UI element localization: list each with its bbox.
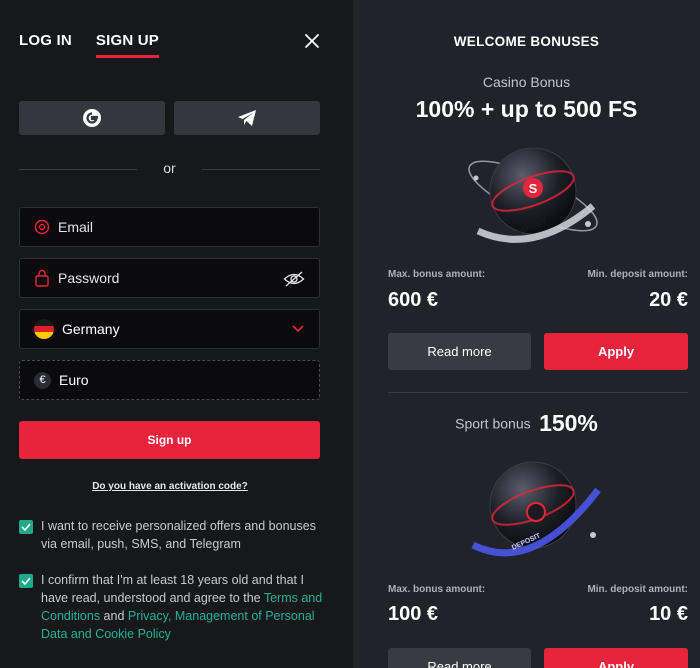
or-text: or (163, 160, 176, 176)
sport-min-label: Min. deposit amount: (587, 584, 688, 595)
sport-min-value: 10 € (649, 603, 688, 625)
email-field[interactable] (19, 207, 320, 247)
activation-code-link[interactable]: Do you have an activation code? (0, 481, 340, 492)
check-icon (21, 523, 31, 531)
close-icon[interactable] (303, 32, 321, 50)
tab-login[interactable]: LOG IN (19, 32, 72, 58)
casino-read-more-button[interactable]: Read more (388, 333, 531, 370)
email-input[interactable] (58, 219, 278, 235)
sport-bonus-headline: 150% (539, 410, 598, 436)
euro-icon: € (34, 371, 51, 389)
germany-flag-icon (34, 319, 54, 339)
svg-text:S: S (529, 181, 538, 196)
auth-tabs: LOG IN SIGN UP (19, 32, 159, 58)
sport-max-value: 100 € (388, 603, 439, 625)
eye-off-icon[interactable] (283, 270, 305, 288)
auth-panel: LOG IN SIGN UP or Email Germany € Euro S… (0, 0, 353, 668)
bonuses-panel: WELCOME BONUSES Casino Bonus 100% + up t… (353, 0, 700, 668)
google-icon (83, 109, 101, 127)
casino-min-label: Min. deposit amount: (587, 269, 688, 280)
or-line-right (202, 169, 320, 170)
currency-field[interactable]: € Euro (19, 360, 320, 400)
password-input[interactable] (58, 270, 278, 286)
at-icon (34, 219, 50, 235)
google-login-button[interactable] (19, 101, 165, 135)
check-icon (21, 577, 31, 585)
casino-max-value: 600 € (388, 289, 439, 311)
password-field[interactable] (19, 258, 320, 298)
currency-value: Euro (59, 372, 89, 388)
telegram-icon (238, 110, 256, 126)
consent-offers-checkbox[interactable] (19, 520, 33, 534)
sport-max-label: Max. bonus amount: (388, 584, 486, 595)
tab-signup[interactable]: SIGN UP (95, 32, 159, 58)
bonus-divider (388, 392, 688, 393)
consent-age-row: I confirm that I'm at least 18 years old… (19, 571, 324, 643)
casino-apply-button[interactable]: Apply (544, 333, 688, 370)
consent-offers-text: I want to receive personalized offers an… (41, 519, 316, 551)
or-separator: or (19, 160, 320, 178)
sport-bonus-orb-image: DEPOSIT (471, 461, 601, 557)
casino-max-label: Max. bonus amount: (388, 269, 486, 280)
lock-icon (35, 269, 49, 287)
consent-and: and (100, 609, 128, 623)
bonuses-title: WELCOME BONUSES (453, 34, 600, 49)
chevron-down-icon (292, 325, 304, 333)
casino-bonus-headline: 100% + up to 500 FS (415, 96, 638, 122)
sport-bonus-subtitle: Sport bonus (455, 415, 531, 432)
signup-button[interactable]: Sign up (19, 421, 320, 459)
telegram-login-button[interactable] (174, 101, 320, 135)
consent-offers-row: I want to receive personalized offers an… (19, 517, 324, 553)
consent-age-text: I confirm that I'm at least 18 years old… (41, 571, 324, 643)
casino-bonus-subtitle: Casino Bonus (482, 74, 571, 90)
casino-min-value: 20 € (649, 289, 688, 311)
sport-apply-button[interactable]: Apply (544, 648, 688, 668)
casino-bonus-orb-image: S DEPOSIT (468, 147, 598, 243)
country-value: Germany (62, 321, 120, 337)
country-select[interactable]: Germany (19, 309, 320, 349)
consent-age-checkbox[interactable] (19, 574, 33, 588)
sport-bonus-header: Sport bonus 150% (353, 410, 700, 437)
sport-read-more-button[interactable]: Read more (388, 648, 531, 668)
